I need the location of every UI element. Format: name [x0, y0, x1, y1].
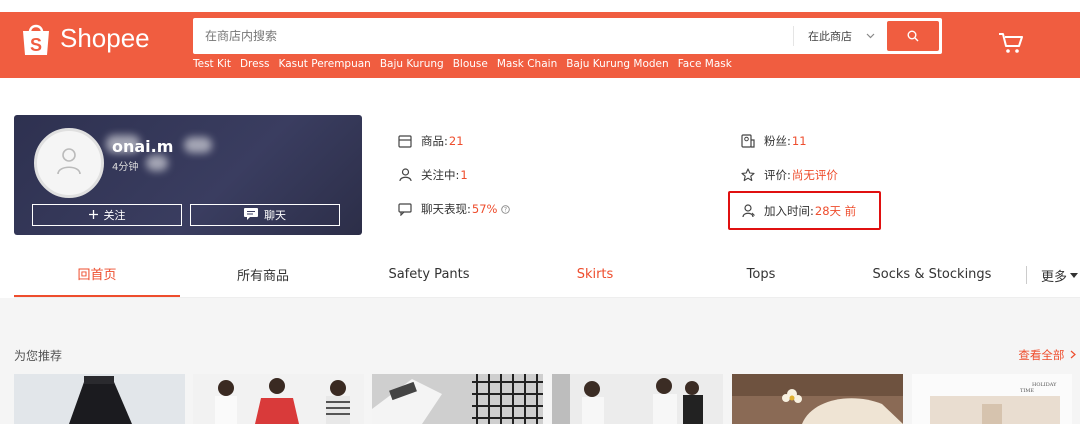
product-thumbnail[interactable]: [193, 374, 364, 424]
hint-tag[interactable]: Test Kit: [193, 58, 231, 70]
chevron-right-icon: [1070, 350, 1076, 359]
view-all-label: 查看全部: [1018, 348, 1065, 362]
search-scope-label: 在此商店: [808, 30, 852, 43]
brand-name: Shopee: [60, 22, 150, 53]
recommendations-title: 为您推荐: [14, 349, 63, 363]
product-thumbnail[interactable]: HOLIDAY TIME: [912, 374, 1072, 424]
svg-text:S: S: [30, 35, 42, 55]
more-label: 更多: [1041, 269, 1068, 285]
stat-rating: 评价: 尚无评价: [740, 167, 838, 183]
chat-bubble-icon: [397, 201, 413, 217]
tab-tops[interactable]: Tops: [678, 252, 844, 297]
recommendations-section: 为您推荐 查看全部 HOLIDAY TIME: [0, 298, 1080, 424]
search-bar: 在此商店: [193, 18, 942, 54]
stat-value: 1: [460, 168, 468, 182]
tab-all-products[interactable]: 所有商品: [180, 252, 346, 297]
stat-value: 57%: [471, 202, 498, 216]
shopee-bag-icon: S: [20, 21, 52, 55]
tab-safety-pants[interactable]: Safety Pants: [346, 252, 512, 297]
search-scope-select[interactable]: 在此商店: [793, 26, 885, 46]
cart-icon[interactable]: [998, 32, 1024, 54]
chat-button[interactable]: 聊天: [190, 204, 340, 226]
shop-nav-tabs: 回首页 所有商品 Safety Pants Skirts Tops Socks …: [14, 252, 1080, 298]
shopee-logo[interactable]: S Shopee: [20, 18, 150, 58]
svg-text:HOLIDAY: HOLIDAY: [1032, 382, 1057, 388]
user-icon: [397, 167, 413, 183]
shop-name: onai.m: [112, 137, 174, 156]
product-thumbnail[interactable]: [732, 374, 903, 424]
stat-products: 商品: 21: [397, 133, 464, 149]
svg-text:TIME: TIME: [1020, 388, 1034, 394]
stat-value: 尚无评价: [791, 168, 838, 182]
stat-followers: 粉丝: 11: [740, 133, 807, 149]
info-icon[interactable]: ?: [501, 204, 511, 214]
hint-tag[interactable]: Baju Kurung Moden: [566, 58, 668, 70]
stat-chat-performance: 聊天表现: 57% ?: [397, 201, 511, 217]
hint-tag[interactable]: Kasut Perempuan: [279, 58, 371, 70]
hint-tag[interactable]: Baju Kurung: [380, 58, 444, 70]
product-thumbnail[interactable]: [552, 374, 723, 424]
more-tabs-button[interactable]: 更多: [1026, 266, 1079, 285]
hint-tag[interactable]: Face Mask: [678, 58, 732, 70]
product-thumbnail[interactable]: [372, 374, 543, 424]
chevron-down-icon: [866, 31, 875, 42]
chevron-down-icon: [1070, 268, 1079, 283]
search-icon: [907, 27, 919, 46]
shop-profile-card: onai.m 4分钟 关注 聊天: [14, 115, 362, 235]
search-hint-tags: Test Kit Dress Kasut Perempuan Baju Kuru…: [193, 58, 732, 70]
store-icon: [397, 133, 413, 149]
tab-skirts[interactable]: Skirts: [512, 252, 678, 297]
follow-button[interactable]: 关注: [32, 204, 182, 226]
stat-value: 21: [448, 134, 464, 148]
status-blur-mask: [146, 155, 168, 171]
top-header: S Shopee 在此商店 Test Kit Dress Kasut Perem…: [0, 12, 1080, 78]
avatar-icon: [56, 147, 82, 179]
star-icon: [740, 167, 756, 183]
shop-active-status: 4分钟: [112, 162, 139, 173]
search-button[interactable]: [887, 21, 939, 51]
product-thumbnail[interactable]: [14, 374, 185, 424]
hint-tag[interactable]: Mask Chain: [497, 58, 557, 70]
follow-label: 关注: [103, 209, 126, 222]
hint-tag[interactable]: Dress: [240, 58, 270, 70]
stat-value: 11: [791, 134, 807, 148]
stat-following: 关注中: 1: [397, 167, 468, 183]
plus-icon: [88, 209, 98, 222]
stat-label: 评价:: [764, 168, 791, 182]
view-all-link[interactable]: 查看全部: [1018, 347, 1076, 363]
tab-home[interactable]: 回首页: [14, 252, 180, 297]
avatar[interactable]: [34, 128, 104, 198]
search-input[interactable]: [193, 18, 793, 54]
name-blur-mask: [184, 137, 212, 153]
followers-icon: [740, 133, 756, 149]
chat-icon: [244, 207, 258, 223]
svg-text:?: ?: [504, 206, 507, 213]
stat-label: 商品:: [421, 134, 448, 148]
tab-socks-stockings[interactable]: Socks & Stockings: [844, 252, 1020, 297]
stat-label: 关注中:: [421, 168, 460, 182]
chat-label: 聊天: [264, 209, 286, 222]
stat-label: 聊天表现:: [421, 202, 471, 216]
joined-highlight-box: [728, 191, 881, 230]
hint-tag[interactable]: Blouse: [453, 58, 488, 70]
stat-label: 粉丝:: [764, 134, 791, 148]
